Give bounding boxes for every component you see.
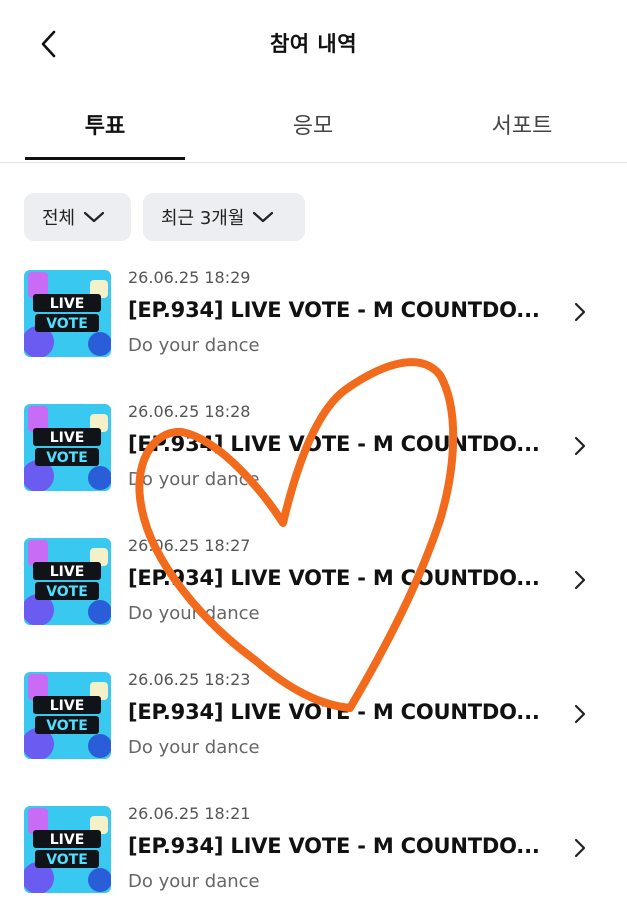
thumb-live-text: LIVE <box>50 832 85 848</box>
vote-thumbnail: LIVE VOTE <box>24 806 111 893</box>
tab-bar: 투표 응모 서포트 <box>0 92 627 163</box>
vote-subtitle: Do your dance <box>128 469 260 490</box>
filter-period-label: 최근 3개월 <box>161 208 245 229</box>
chevron-right-icon[interactable] <box>570 702 590 726</box>
vote-thumbnail: LIVE VOTE <box>24 672 111 759</box>
page-title: 참여 내역 <box>269 32 358 56</box>
tab-vote[interactable]: 투표 <box>25 108 185 140</box>
vote-title: [EP.934] LIVE VOTE - M COUNTDO... <box>128 700 540 724</box>
list-item[interactable]: LIVE VOTE 26.06.25 18:29 [EP.934] LIVE V… <box>0 262 627 362</box>
chevron-down-icon <box>253 211 274 223</box>
list-item[interactable]: LIVE VOTE 26.06.25 18:23 [EP.934] LIVE V… <box>0 664 627 764</box>
vote-date: 26.06.25 18:28 <box>128 402 251 421</box>
vote-date: 26.06.25 18:29 <box>128 268 251 287</box>
vote-title: [EP.934] LIVE VOTE - M COUNTDO... <box>128 432 540 456</box>
chevron-down-icon <box>84 211 105 223</box>
vote-date: 26.06.25 18:21 <box>128 804 251 823</box>
thumb-vote-text: VOTE <box>46 584 88 600</box>
vote-thumbnail: LIVE VOTE <box>24 270 111 357</box>
thumb-live-text: LIVE <box>50 564 85 580</box>
list-item[interactable]: LIVE VOTE 26.06.25 18:28 [EP.934] LIVE V… <box>0 396 627 496</box>
thumb-live-text: LIVE <box>50 698 85 714</box>
thumb-vote-text: VOTE <box>46 718 88 734</box>
vote-thumbnail: LIVE VOTE <box>24 404 111 491</box>
list-item[interactable]: LIVE VOTE 26.06.25 18:21 [EP.934] LIVE V… <box>0 798 627 898</box>
tab-support[interactable]: 서포트 <box>442 108 602 140</box>
vote-date: 26.06.25 18:23 <box>128 670 251 689</box>
filter-all-dropdown[interactable]: 전체 <box>24 193 131 241</box>
list-item[interactable]: LIVE VOTE 26.06.25 18:27 [EP.934] LIVE V… <box>0 530 627 630</box>
vote-subtitle: Do your dance <box>128 737 260 758</box>
thumb-live-text: LIVE <box>50 430 85 446</box>
vote-title: [EP.934] LIVE VOTE - M COUNTDO... <box>128 298 540 322</box>
chevron-right-icon[interactable] <box>570 300 590 324</box>
chevron-right-icon[interactable] <box>570 568 590 592</box>
header: 참여 내역 <box>0 0 627 86</box>
vote-thumbnail: LIVE VOTE <box>24 538 111 625</box>
vote-title: [EP.934] LIVE VOTE - M COUNTDO... <box>128 566 540 590</box>
vote-date: 26.06.25 18:27 <box>128 536 251 555</box>
chevron-right-icon[interactable] <box>570 434 590 458</box>
thumb-vote-text: VOTE <box>46 852 88 868</box>
vote-subtitle: Do your dance <box>128 335 260 356</box>
thumb-vote-text: VOTE <box>46 450 88 466</box>
thumb-vote-text: VOTE <box>46 316 88 332</box>
chevron-right-icon[interactable] <box>570 836 590 860</box>
vote-subtitle: Do your dance <box>128 871 260 892</box>
tab-entry[interactable]: 응모 <box>233 108 393 140</box>
filter-period-dropdown[interactable]: 최근 3개월 <box>143 193 305 241</box>
thumb-live-text: LIVE <box>50 296 85 312</box>
filter-all-label: 전체 <box>42 208 76 229</box>
active-tab-indicator <box>25 157 185 160</box>
vote-subtitle: Do your dance <box>128 603 260 624</box>
vote-title: [EP.934] LIVE VOTE - M COUNTDO... <box>128 834 540 858</box>
